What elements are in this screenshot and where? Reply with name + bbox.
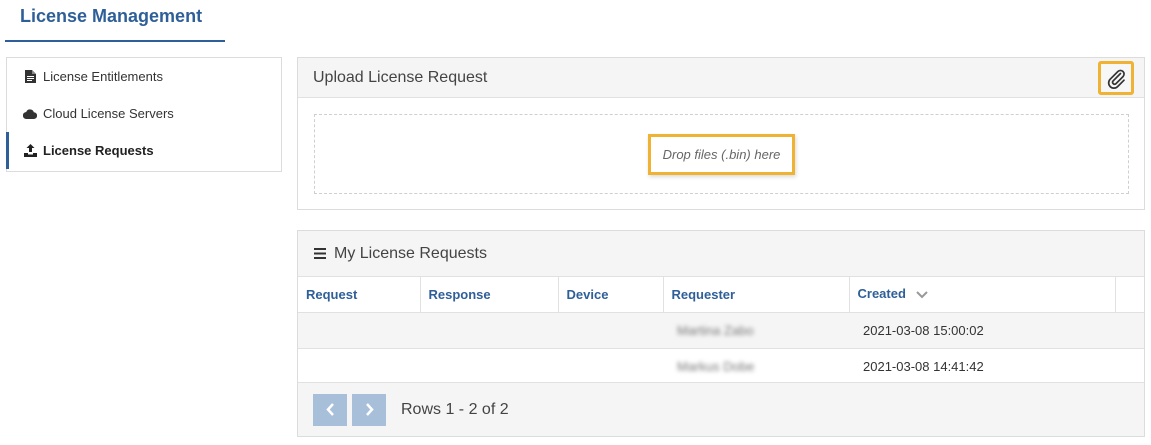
sidebar-item-label: License Requests: [43, 143, 154, 158]
cell-spacer: [1115, 312, 1144, 349]
column-header-label: Created: [857, 286, 906, 302]
column-header-device[interactable]: Device: [558, 277, 664, 313]
cloud-icon: [23, 107, 37, 121]
drop-files-label: Drop files (.bin) here: [647, 133, 796, 175]
requests-panel-title: My License Requests: [334, 244, 487, 262]
document-icon: [23, 70, 37, 84]
rows-count-info: Rows 1 - 2 of 2: [401, 400, 509, 418]
paperclip-icon: [1105, 67, 1127, 89]
upload-panel-header: Upload License Request: [298, 58, 1144, 98]
sidebar-item-label: License Entitlements: [43, 69, 163, 84]
upload-panel-title: Upload License Request: [313, 68, 488, 86]
cell-device: [558, 312, 663, 349]
pagination-bar: Rows 1 - 2 of 2: [298, 382, 1144, 436]
sort-descending-icon: [915, 287, 928, 302]
previous-page-button[interactable]: [313, 393, 347, 426]
page-title: License Management: [20, 6, 203, 26]
cell-request: [298, 312, 420, 349]
sidebar-item-license-requests[interactable]: License Requests: [6, 132, 281, 169]
column-header-request[interactable]: Request: [298, 277, 421, 313]
requests-panel-header: My License Requests: [298, 231, 1144, 277]
page-header: License Management: [5, 0, 225, 42]
cell-response: [420, 348, 558, 385]
sidebar: License Entitlements Cloud License Serve…: [6, 57, 282, 172]
upload-icon: [23, 144, 37, 158]
next-page-button[interactable]: [352, 393, 386, 426]
cell-device: [558, 348, 663, 385]
cell-requester: Martina Zabo: [663, 312, 849, 349]
chevron-left-icon: [325, 403, 335, 416]
table-row[interactable]: Markus Dobe 2021-03-08 14:41:42: [298, 348, 1144, 385]
column-header-created[interactable]: Created: [849, 277, 1116, 313]
my-license-requests-panel: My License Requests Request Response Dev…: [297, 230, 1145, 437]
file-dropzone[interactable]: Drop files (.bin) here: [314, 114, 1129, 194]
license-management-page: License Management License Entitlements …: [0, 0, 1151, 445]
column-header-response[interactable]: Response: [420, 277, 559, 313]
requester-name: Martina Zabo: [677, 322, 754, 338]
chevron-right-icon: [365, 403, 374, 416]
requester-name: Markus Dobe: [677, 358, 755, 374]
sidebar-item-label: Cloud License Servers: [43, 106, 174, 121]
license-requests-table: Request Response Device Requester Create…: [298, 277, 1144, 385]
sidebar-item-cloud-license-servers[interactable]: Cloud License Servers: [7, 95, 281, 132]
attach-file-button[interactable]: [1098, 61, 1134, 95]
column-header-spacer: [1115, 277, 1144, 313]
cell-created: 2021-03-08 14:41:42: [849, 348, 1115, 385]
table-row[interactable]: Martina Zabo 2021-03-08 15:00:02: [298, 312, 1144, 349]
cell-request: [298, 348, 420, 385]
table-header-row: Request Response Device Requester Create…: [298, 277, 1144, 313]
cell-requester: Markus Dobe: [663, 348, 849, 385]
list-icon: [314, 248, 326, 259]
cell-response: [420, 312, 558, 349]
cell-created: 2021-03-08 15:00:02: [849, 312, 1115, 349]
sidebar-item-license-entitlements[interactable]: License Entitlements: [7, 58, 281, 95]
column-header-requester[interactable]: Requester: [663, 277, 850, 313]
cell-spacer: [1115, 348, 1144, 385]
upload-license-request-panel: Upload License Request Drop files (.bin)…: [297, 57, 1145, 210]
